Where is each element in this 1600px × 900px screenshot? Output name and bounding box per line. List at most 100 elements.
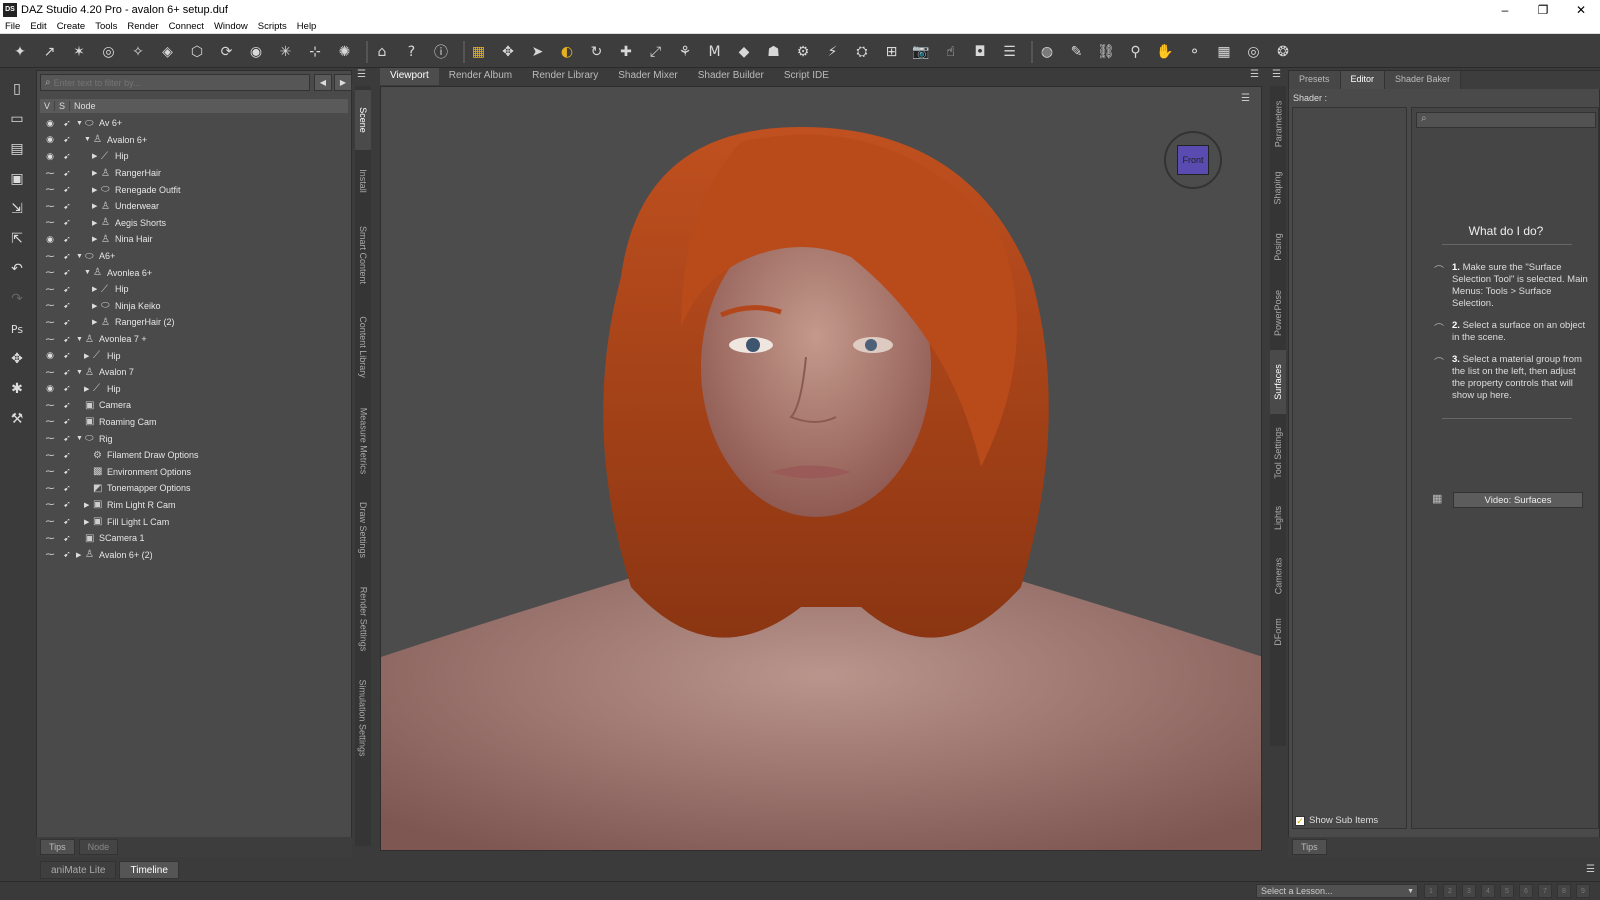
eye-closed-icon[interactable]: ⁓ bbox=[43, 466, 57, 477]
tab-timeline[interactable]: Timeline bbox=[119, 861, 179, 879]
universal-tool-icon[interactable]: ◉ bbox=[246, 42, 266, 62]
scene-node[interactable]: ▩ Environment Options bbox=[84, 466, 191, 477]
eye-closed-icon[interactable]: ⁓ bbox=[43, 433, 57, 444]
scale-tool-icon[interactable]: ⟳ bbox=[217, 42, 237, 62]
expand-arrow-icon[interactable]: ▶ bbox=[92, 235, 101, 243]
expand-arrow-icon[interactable]: ▶ bbox=[92, 219, 101, 227]
selectable-arrow-icon[interactable]: ➹ bbox=[60, 267, 74, 278]
scene-node-row[interactable]: ◉ ➹ ▶ ♙ Nina Hair bbox=[40, 231, 348, 248]
scene-filter[interactable]: ⌕ bbox=[40, 74, 310, 91]
col-selectable[interactable]: S bbox=[55, 101, 71, 111]
figure-tool-icon[interactable]: ✥ bbox=[8, 350, 26, 368]
scene-node-row[interactable]: ◉ ➹ ▶ ⟋ Hip bbox=[40, 148, 348, 165]
eye-closed-icon[interactable]: ⁓ bbox=[43, 367, 57, 378]
property-search[interactable]: ⌕ bbox=[1416, 112, 1596, 128]
scene-node[interactable]: ▶ ▣ Fill Light L Cam bbox=[84, 516, 169, 527]
vtab-surfaces[interactable]: Surfaces bbox=[1270, 350, 1286, 414]
scene-node-row[interactable]: ⁓ ➹ ▶ ⟋ Hip bbox=[40, 281, 348, 298]
tab-tips-right[interactable]: Tips bbox=[1292, 839, 1327, 855]
hand-icon[interactable]: ✋ bbox=[1155, 42, 1175, 62]
tab-render-library[interactable]: Render Library bbox=[522, 68, 608, 85]
scene-node-row[interactable]: ◉ ➹ ▼ ♙ Avalon 6+ bbox=[40, 132, 348, 149]
selectable-arrow-icon[interactable]: ➹ bbox=[60, 184, 74, 195]
eye-closed-icon[interactable]: ⁓ bbox=[43, 184, 57, 195]
node-icon[interactable]: ☗ bbox=[764, 42, 784, 62]
lesson-page-button[interactable]: 2 bbox=[1443, 884, 1457, 898]
scene-node[interactable]: ▶ ⟋ Hip bbox=[92, 284, 129, 295]
region-navigator-icon[interactable]: Ⅿ bbox=[705, 42, 725, 62]
scene-node[interactable]: ▶ ⟋ Hip bbox=[92, 151, 129, 162]
tab-node[interactable]: Node bbox=[78, 839, 119, 855]
new-scene-icon[interactable]: ▯ bbox=[8, 80, 26, 98]
eye-open-icon[interactable]: ◉ bbox=[43, 134, 57, 145]
col-node[interactable]: Node bbox=[70, 101, 100, 111]
link-icon[interactable]: ⛓ bbox=[1096, 42, 1116, 62]
tab-tips[interactable]: Tips bbox=[40, 839, 75, 855]
scene-node[interactable]: ⚙ Filament Draw Options bbox=[84, 450, 199, 461]
minimize-button[interactable]: – bbox=[1486, 0, 1524, 19]
loop-icon[interactable]: ◍ bbox=[1037, 42, 1057, 62]
tab-script-ide[interactable]: Script IDE bbox=[774, 68, 839, 85]
scene-node[interactable]: ▼ ⬭ A6+ bbox=[76, 251, 115, 262]
menu-create[interactable]: Create bbox=[52, 21, 91, 32]
spot-render-icon[interactable]: ▦ bbox=[469, 42, 489, 62]
scene-node[interactable]: ▼ ♙ Avalon 7 bbox=[76, 367, 134, 378]
scene-node[interactable]: ▣ SCamera 1 bbox=[76, 533, 145, 544]
bottom-pane-menu-icon[interactable]: ☰ bbox=[1586, 864, 1595, 875]
selectable-arrow-icon[interactable]: ➹ bbox=[60, 234, 74, 245]
scene-node[interactable]: ▼ ♙ Avonlea 7 + bbox=[76, 334, 147, 345]
scene-node[interactable]: ▶ ⟋ Hip bbox=[84, 350, 121, 361]
expand-arrow-icon[interactable]: ▶ bbox=[92, 202, 101, 210]
whats-this-icon[interactable]: ? bbox=[402, 42, 422, 62]
camera-icon[interactable]: 📷 bbox=[911, 42, 931, 62]
globe-icon[interactable]: ◎ bbox=[1244, 42, 1264, 62]
expand-arrow-icon[interactable]: ▶ bbox=[92, 186, 101, 194]
eye-closed-icon[interactable]: ⁓ bbox=[43, 533, 57, 544]
selectable-arrow-icon[interactable]: ➹ bbox=[60, 400, 74, 411]
surface-selection-icon[interactable]: ◎ bbox=[99, 42, 119, 62]
eye-closed-icon[interactable]: ⁓ bbox=[43, 549, 57, 560]
vtab-measure-metrics[interactable]: Measure Metrics bbox=[355, 396, 371, 486]
vtab-parameters[interactable]: Parameters bbox=[1270, 90, 1286, 158]
scene-node[interactable]: ▶ ♙ Underwear bbox=[92, 201, 159, 212]
run-pose-icon[interactable]: ⚒ bbox=[8, 410, 26, 428]
scene-node-row[interactable]: ⁓ ➹ ▩ Environment Options bbox=[40, 463, 348, 480]
tab-animate-lite[interactable]: aniMate Lite bbox=[40, 861, 117, 879]
erase-icon[interactable]: ⚡ bbox=[823, 42, 843, 62]
expand-arrow-icon[interactable]: ▶ bbox=[84, 501, 93, 509]
redo-icon[interactable]: ↷ bbox=[8, 290, 26, 308]
rotate-icon[interactable]: ↻ bbox=[587, 42, 607, 62]
scene-node[interactable]: ▶ ♙ Avalon 6+ (2) bbox=[76, 549, 153, 560]
scene-node[interactable]: ▶ ▣ Rim Light R Cam bbox=[84, 499, 176, 510]
scene-node-row[interactable]: ⁓ ➹ ▣ Camera bbox=[40, 397, 348, 414]
scene-node[interactable]: ▼ ⬭ Av 6+ bbox=[76, 118, 122, 129]
scene-node-row[interactable]: ⁓ ➹ ▶ ♙ Avalon 6+ (2) bbox=[40, 546, 348, 563]
selectable-arrow-icon[interactable]: ➹ bbox=[60, 533, 74, 544]
active-pose-icon[interactable]: ⊹ bbox=[305, 42, 325, 62]
show-sub-items[interactable]: ✓ Show Sub Items bbox=[1295, 815, 1378, 826]
expand-arrow-icon[interactable]: ▼ bbox=[76, 369, 85, 376]
new-figure-icon[interactable]: ✦ bbox=[10, 42, 30, 62]
vtab-shaping[interactable]: Shaping bbox=[1270, 162, 1286, 214]
scene-node-row[interactable]: ◉ ➹ ▶ ⟋ Hip bbox=[40, 347, 348, 364]
panel-menu-icon[interactable]: ☰ bbox=[357, 69, 366, 80]
help-icon[interactable]: ⓘ bbox=[431, 42, 451, 62]
expand-arrow-icon[interactable]: ▶ bbox=[76, 551, 85, 559]
open-icon[interactable]: ▭ bbox=[8, 110, 26, 128]
selectable-arrow-icon[interactable]: ➹ bbox=[60, 350, 74, 361]
smooth-icon[interactable]: ⛭ bbox=[852, 42, 872, 62]
selectable-arrow-icon[interactable]: ➹ bbox=[60, 118, 74, 129]
selectable-arrow-icon[interactable]: ➹ bbox=[60, 151, 74, 162]
scene-node[interactable]: ▼ ⬭ Rig bbox=[76, 433, 113, 444]
expand-arrow-icon[interactable]: ▼ bbox=[84, 269, 93, 276]
tab-shader-mixer[interactable]: Shader Mixer bbox=[608, 68, 687, 85]
grid-icon[interactable]: ▦ bbox=[1214, 42, 1234, 62]
eye-closed-icon[interactable]: ⁓ bbox=[43, 483, 57, 494]
scene-node-row[interactable]: ⁓ ➹ ⚙ Filament Draw Options bbox=[40, 447, 348, 464]
scene-node-row[interactable]: ⁓ ➹ ▼ ♙ Avalon 7 bbox=[40, 364, 348, 381]
selectable-arrow-icon[interactable]: ➹ bbox=[60, 499, 74, 510]
eye-open-icon[interactable]: ◉ bbox=[43, 118, 57, 129]
scene-node-row[interactable]: ⁓ ➹ ▶ ▣ Fill Light L Cam bbox=[40, 513, 348, 530]
scene-filter-input[interactable] bbox=[53, 77, 284, 88]
pose-icon[interactable]: ❂ bbox=[1273, 42, 1293, 62]
